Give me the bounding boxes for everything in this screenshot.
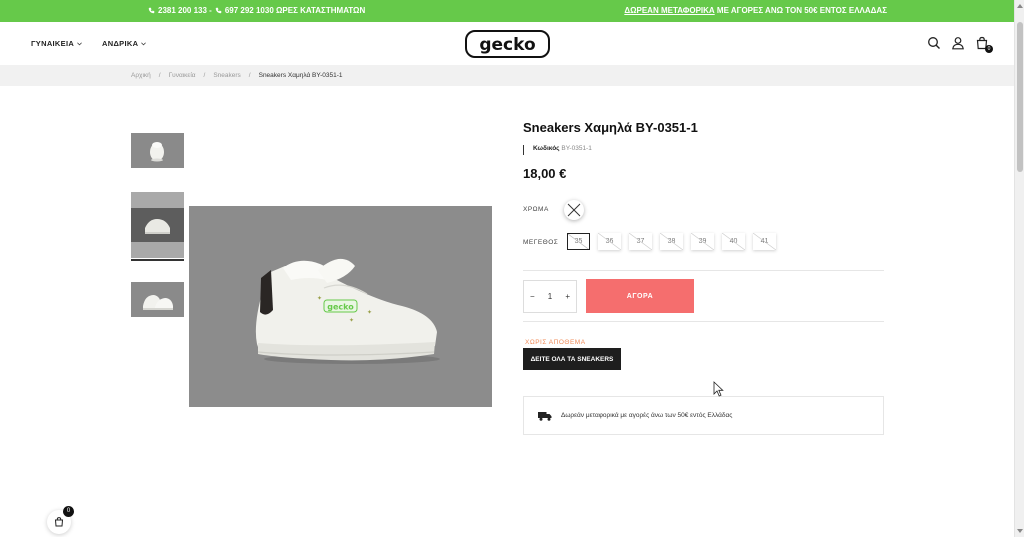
chevron-down-icon — [141, 41, 147, 45]
site-header: ΓΥΝΑΙΚΕΙΑ ΑΝΔΡΙΚΑ gecko 0 — [0, 22, 1014, 65]
divider — [523, 270, 884, 271]
quantity-stepper: − 1 + — [523, 280, 577, 313]
unavailable-strike-icon — [691, 233, 714, 250]
nav-item-label: ΓΥΝΑΙΚΕΙΑ — [31, 39, 75, 48]
breadcrumb: Αρχική / Γυναικεία / Sneakers / Sneakers… — [0, 65, 1014, 86]
cart-button[interactable]: 0 — [975, 36, 993, 53]
phone-icon — [215, 7, 222, 14]
product-thumbnail-active[interactable] — [131, 192, 184, 258]
unavailable-strike-icon — [568, 234, 589, 249]
scroll-up-icon[interactable] — [1017, 4, 1023, 8]
unavailable-cross-icon — [567, 203, 581, 217]
product-sku: Κωδικός BY-0351-1 — [523, 145, 592, 155]
see-all-sneakers-button[interactable]: ΔΕΙΤΕ ΟΛΑ ΤΑ SNEAKERS — [523, 348, 621, 370]
size-option-41[interactable]: 41 — [753, 233, 776, 250]
decrease-qty-button[interactable]: − — [530, 292, 535, 301]
star-print-icon: ✦ — [367, 309, 372, 316]
chevron-down-icon — [77, 41, 82, 45]
size-label: ΜΕΓΕΘΟΣ — [523, 239, 559, 246]
phone-icon — [148, 7, 155, 14]
size-option-36[interactable]: 36 — [598, 233, 621, 250]
product-main-image[interactable]: gecko ✦ ✦ ✦ — [189, 206, 492, 407]
header-icons: 0 — [927, 36, 993, 53]
color-swatch-white[interactable] — [564, 200, 584, 220]
product-thumbnail[interactable] — [131, 133, 184, 168]
nav-item-women[interactable]: ΓΥΝΑΙΚΕΙΑ — [31, 39, 82, 48]
product-title: Sneakers Χαμηλά BY-0351-1 — [523, 120, 698, 135]
breadcrumb-women[interactable]: Γυναικεία — [169, 72, 196, 79]
floating-cart-button[interactable]: 0 — [47, 506, 74, 534]
user-icon[interactable] — [951, 36, 965, 50]
logo-text: gecko — [479, 35, 535, 55]
search-icon[interactable] — [927, 36, 941, 50]
breadcrumb-separator: / — [203, 72, 206, 79]
unavailable-strike-icon — [629, 233, 652, 250]
breadcrumb-sneakers[interactable]: Sneakers — [213, 72, 240, 79]
phone-number-2[interactable]: 697 292 1030 ΩΡΕΣ ΚΑΤΑΣΤΗΜΑΤΩΝ — [225, 6, 365, 15]
breadcrumb-separator: / — [158, 72, 161, 79]
top-promo-bar: 2381 200 133 - 697 292 1030 ΩΡΕΣ ΚΑΤΑΣΤΗ… — [0, 0, 1024, 22]
shipping-info-box: Δωρεάν μεταφορικά με αγορές άνω των 50€ … — [523, 396, 884, 435]
free-shipping-link[interactable]: ΔΩΡΕΑΝ ΜΕΤΑΦΟΡΙΚΑ — [624, 6, 714, 15]
unavailable-strike-icon — [753, 233, 776, 250]
cart-count-badge: 0 — [985, 45, 993, 53]
divider — [523, 321, 884, 322]
unavailable-strike-icon — [660, 233, 683, 250]
floating-cart-count: 0 — [63, 506, 74, 517]
size-option-40[interactable]: 40 — [722, 233, 745, 250]
shipping-note: Δωρεάν μεταφορικά με αγορές άνω των 50€ … — [561, 412, 733, 419]
sneaker-side-image: gecko ✦ ✦ ✦ — [255, 258, 440, 364]
color-label: ΧΡΩΜΑ — [523, 206, 549, 213]
breadcrumb-current: Sneakers Χαμηλά BY-0351-1 — [258, 72, 343, 79]
unavailable-strike-icon — [598, 233, 621, 250]
gecko-logo[interactable]: gecko — [465, 30, 550, 58]
stock-status: ΧΩΡΙΣ ΑΠΟΘΕΜΑ — [525, 339, 586, 346]
size-option-37[interactable]: 37 — [629, 233, 652, 250]
nav-item-men[interactable]: ΑΝΔΡΙΚΑ — [102, 39, 147, 48]
active-thumbnail-indicator — [131, 259, 184, 261]
size-option-39[interactable]: 39 — [691, 233, 714, 250]
buy-button[interactable]: ΑΓΟΡΑ — [586, 279, 694, 313]
sku-label: Κωδικός — [533, 145, 560, 152]
sneaker-logo-print: gecko — [327, 303, 354, 312]
mouse-cursor-icon — [713, 381, 724, 397]
sku-value: BY-0351-1 — [561, 145, 592, 152]
breadcrumb-home[interactable]: Αρχική — [131, 72, 151, 79]
truck-icon — [538, 411, 552, 421]
star-print-icon: ✦ — [317, 295, 322, 302]
phone-number-1[interactable]: 2381 200 133 - — [158, 6, 212, 15]
product-thumbnail[interactable] — [131, 282, 184, 317]
scrollbar-thumb[interactable] — [1017, 22, 1023, 172]
size-option-35[interactable]: 35 — [567, 233, 590, 250]
unavailable-strike-icon — [722, 233, 745, 250]
increase-qty-button[interactable]: + — [565, 292, 570, 301]
star-print-icon: ✦ — [349, 317, 354, 324]
shipping-promo: ΔΩΡΕΑΝ ΜΕΤΑΦΟΡΙΚΑ ΜΕ ΑΓΟΡΕΣ ΑΝΩ ΤΟΝ 50€ … — [624, 6, 887, 15]
sneaker-back-image — [131, 192, 184, 258]
size-option-38[interactable]: 38 — [660, 233, 683, 250]
breadcrumb-separator: / — [248, 72, 251, 79]
phone-numbers: 2381 200 133 - 697 292 1030 ΩΡΕΣ ΚΑΤΑΣΤΗ… — [148, 6, 365, 15]
sneaker-pair-image — [143, 295, 173, 310]
quantity-value[interactable]: 1 — [548, 292, 552, 301]
size-selector: 35 36 37 38 39 40 41 — [567, 233, 776, 250]
product-price: 18,00 € — [523, 166, 567, 181]
promo-text: ΜΕ ΑΓΟΡΕΣ ΑΝΩ ΤΟΝ 50€ ΕΝΤΟΣ ΕΛΛΑΔΑΣ — [714, 6, 887, 15]
page-scrollbar[interactable] — [1014, 0, 1024, 537]
nav-item-label: ΑΝΔΡΙΚΑ — [102, 39, 139, 48]
sneaker-front-image — [150, 142, 164, 162]
main-nav: ΓΥΝΑΙΚΕΙΑ ΑΝΔΡΙΚΑ — [31, 39, 147, 48]
scroll-down-icon[interactable] — [1017, 529, 1023, 533]
